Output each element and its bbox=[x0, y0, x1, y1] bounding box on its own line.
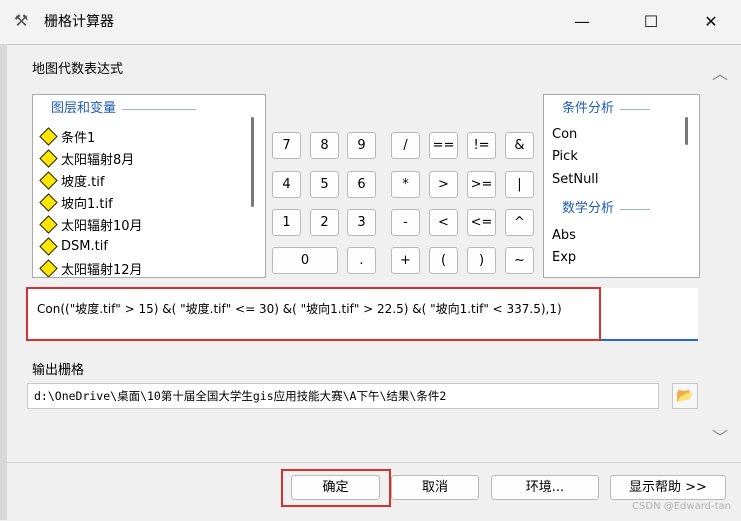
key-3[interactable]: 3 bbox=[347, 209, 376, 236]
window-title: 栅格计算器 bbox=[44, 14, 114, 30]
ok-highlight bbox=[281, 469, 391, 507]
layer-item[interactable]: 太阳辐射8月 bbox=[39, 147, 134, 169]
raster-layer-icon bbox=[39, 236, 58, 256]
key-4[interactable]: 4 bbox=[272, 171, 301, 198]
raster-layer-icon bbox=[39, 126, 58, 146]
key-9[interactable]: 9 bbox=[347, 132, 376, 159]
key-not-equal[interactable]: != bbox=[467, 132, 496, 159]
output-raster-field[interactable]: d:\OneDrive\桌面\10第十届全国大学生gis应用技能大赛\A下午\结… bbox=[27, 383, 659, 409]
key-0[interactable]: 0 bbox=[272, 247, 338, 274]
key-equal[interactable]: == bbox=[429, 132, 458, 159]
key-multiply[interactable]: * bbox=[391, 171, 420, 198]
raster-layer-icon bbox=[39, 148, 58, 168]
close-button[interactable]: ✕ bbox=[688, 6, 734, 38]
watermark: CSDN @Edward-tan bbox=[632, 501, 731, 512]
functions-scrollbar[interactable] bbox=[685, 117, 688, 145]
key-less[interactable]: < bbox=[429, 209, 458, 236]
raster-layer-icon bbox=[39, 192, 58, 212]
layer-item[interactable]: 条件1 bbox=[39, 125, 95, 147]
functions-list[interactable]: 条件分析 Con Pick SetNull 数学分析 Abs Exp bbox=[543, 94, 700, 278]
expression-label: 地图代数表达式 bbox=[32, 62, 124, 77]
function-item[interactable]: Con bbox=[552, 125, 577, 145]
key-dot[interactable]: . bbox=[347, 247, 376, 274]
math-header: 数学分析 bbox=[562, 200, 651, 218]
layer-item[interactable]: DSM.tif bbox=[39, 235, 108, 257]
key-7[interactable]: 7 bbox=[272, 132, 301, 159]
title-bar: ⚒ 栅格计算器 — ☐ ✕ bbox=[0, 0, 741, 44]
function-item[interactable]: Exp bbox=[552, 248, 576, 268]
layers-list[interactable]: 图层和变量 条件1 太阳辐射8月 坡度.tif 坡向1.tif 太阳辐射10月 … bbox=[32, 94, 266, 278]
folder-icon: 📂 bbox=[676, 388, 694, 404]
key-or[interactable]: | bbox=[505, 171, 534, 198]
environments-button[interactable]: 环境... bbox=[491, 475, 599, 500]
output-raster-label: 输出栅格 bbox=[32, 363, 85, 378]
function-item[interactable]: Abs bbox=[552, 226, 576, 246]
scroll-down-icon[interactable]: ﹀ bbox=[712, 424, 728, 448]
layer-item[interactable]: 太阳辐射10月 bbox=[39, 213, 143, 235]
maximize-button[interactable]: ☐ bbox=[628, 6, 674, 38]
key-open-paren[interactable]: ( bbox=[429, 247, 458, 274]
key-8[interactable]: 8 bbox=[310, 132, 339, 159]
key-greater-equal[interactable]: >= bbox=[467, 171, 496, 198]
divider bbox=[7, 44, 741, 45]
key-and[interactable]: & bbox=[505, 132, 534, 159]
layer-item[interactable]: 坡度.tif bbox=[39, 169, 104, 191]
key-minus[interactable]: - bbox=[391, 209, 420, 236]
raster-layer-icon bbox=[39, 170, 58, 190]
raster-layer-icon bbox=[39, 258, 58, 277]
layers-scrollbar[interactable] bbox=[251, 117, 254, 207]
function-item[interactable]: Pick bbox=[552, 147, 578, 167]
show-help-button[interactable]: 显示帮助 >> bbox=[610, 475, 726, 500]
browse-folder-button[interactable]: 📂 bbox=[672, 383, 698, 409]
raster-layer-icon bbox=[39, 214, 58, 234]
key-not[interactable]: ~ bbox=[505, 247, 534, 274]
scroll-up-icon[interactable]: ︿ bbox=[712, 60, 728, 84]
key-5[interactable]: 5 bbox=[310, 171, 339, 198]
key-divide[interactable]: / bbox=[391, 132, 420, 159]
key-1[interactable]: 1 bbox=[272, 209, 301, 236]
layers-header: 图层和变量 bbox=[51, 100, 197, 118]
layer-item[interactable]: 坡向1.tif bbox=[39, 191, 113, 213]
key-greater[interactable]: > bbox=[429, 171, 458, 198]
conditional-header: 条件分析 bbox=[562, 100, 651, 118]
key-plus[interactable]: + bbox=[391, 247, 420, 274]
function-item[interactable]: SetNull bbox=[552, 170, 599, 190]
window-edge bbox=[0, 44, 7, 520]
cancel-button[interactable]: 取消 bbox=[391, 475, 479, 500]
layer-item[interactable]: 太阳辐射12月 bbox=[39, 257, 143, 277]
key-xor[interactable]: ^ bbox=[505, 209, 534, 236]
hammer-icon: ⚒ bbox=[14, 11, 29, 30]
key-2[interactable]: 2 bbox=[310, 209, 339, 236]
key-less-equal[interactable]: <= bbox=[467, 209, 496, 236]
minimize-button[interactable]: — bbox=[559, 6, 605, 38]
key-6[interactable]: 6 bbox=[347, 171, 376, 198]
expression-highlight bbox=[26, 287, 601, 341]
key-close-paren[interactable]: ) bbox=[467, 247, 496, 274]
